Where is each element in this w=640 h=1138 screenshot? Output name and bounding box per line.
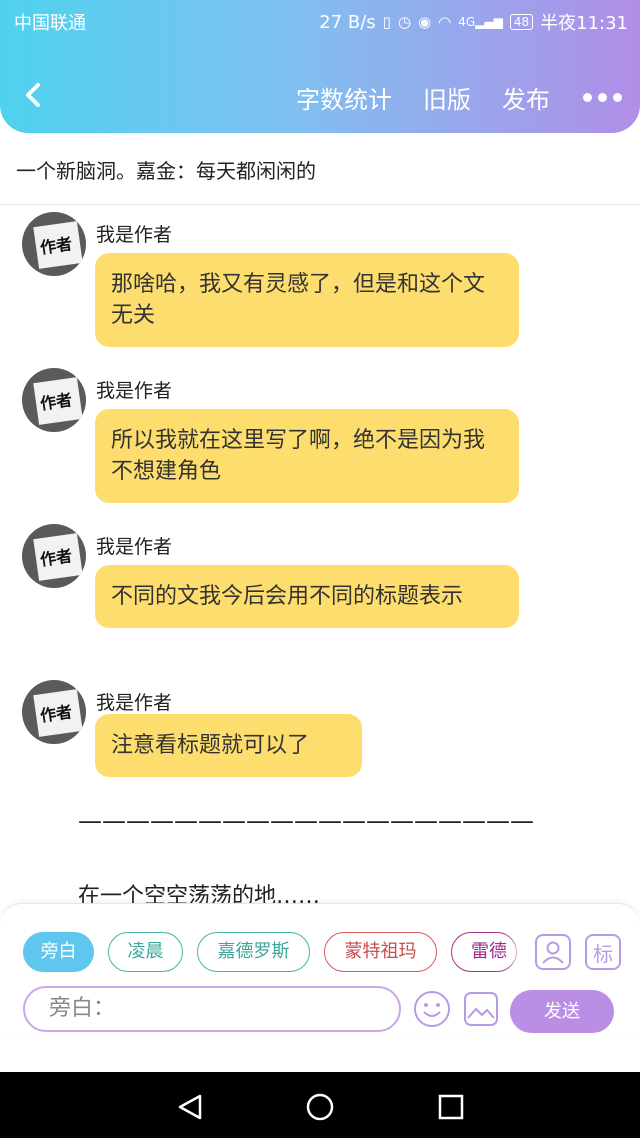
send-button[interactable]: 发送	[510, 990, 614, 1033]
image-button[interactable]	[462, 990, 500, 1028]
status-indicators: 27 B/s ▯ ◷ ◉ ◠ 4G▂▄▆ 48 半夜11:31	[319, 9, 628, 35]
avatar-text: 作者	[38, 390, 74, 414]
emoji-button[interactable]	[413, 990, 451, 1028]
separator-line: ———————————————————	[78, 807, 534, 835]
avatar-text: 作者	[38, 546, 74, 570]
avatar-text: 作者	[38, 702, 74, 726]
message-input[interactable]: 旁白：	[23, 986, 401, 1032]
carrier-label: 中国联通	[14, 13, 86, 34]
network-speed: 27 B/s	[319, 11, 376, 33]
chip-mengtezuma[interactable]: 蒙特祖玛	[324, 932, 437, 972]
back-button[interactable]	[20, 78, 46, 112]
wifi-icon: ◠	[438, 13, 452, 31]
avatar[interactable]: 作者	[22, 212, 86, 276]
avatar[interactable]: 作者	[22, 368, 86, 432]
chip-narrator[interactable]: 旁白	[23, 932, 94, 972]
story-title-bar: 一个新脑洞。嘉金：每天都闲闲的	[0, 133, 640, 205]
person-icon	[542, 941, 564, 964]
old-version-button[interactable]: 旧版	[423, 80, 471, 115]
chip-scroll-fade	[505, 928, 525, 976]
story-title: 一个新脑洞。嘉金：每天都闲闲的	[16, 159, 316, 183]
message-bubble[interactable]: 注意看标题就可以了	[95, 714, 362, 777]
chip-jiadeluosi[interactable]: 嘉德罗斯	[197, 932, 310, 972]
message-bubble[interactable]: 不同的文我今后会用不同的标题表示	[95, 565, 519, 628]
avatar[interactable]: 作者	[22, 680, 86, 744]
composer-panel: 旁白 凌晨 嘉德罗斯 蒙特祖玛 雷德 标 旁白： 发送	[0, 903, 640, 1033]
app-header: 中国联通 27 B/s ▯ ◷ ◉ ◠ 4G▂▄▆ 48 半夜11:31 字数统…	[0, 0, 640, 133]
battery-icon: 48	[509, 14, 534, 30]
tag-button-label: 标	[593, 942, 613, 966]
eye-icon: ◉	[418, 13, 432, 31]
message-bubble[interactable]: 所以我就在这里写了啊，绝不是因为我不想建角色	[95, 409, 519, 503]
chevron-left-icon	[26, 83, 40, 107]
status-bar: 中国联通 27 B/s ▯ ◷ ◉ ◠ 4G▂▄▆ 48 半夜11:31	[0, 0, 640, 40]
image-icon	[464, 992, 498, 1026]
publish-button[interactable]: 发布	[502, 80, 550, 115]
more-dots-icon[interactable]	[583, 93, 622, 102]
network-type: 4G	[458, 15, 476, 29]
author-name: 我是作者	[96, 224, 173, 246]
recents-square-icon	[438, 1094, 464, 1120]
back-triangle-icon	[178, 1094, 202, 1120]
clock: 半夜11:31	[540, 13, 628, 34]
author-name: 我是作者	[96, 536, 173, 558]
author-name: 我是作者	[96, 692, 173, 714]
nav-home-button[interactable]	[305, 1092, 335, 1122]
system-navigation-bar	[0, 1072, 640, 1138]
screen: 中国联通 27 B/s ▯ ◷ ◉ ◠ 4G▂▄▆ 48 半夜11:31 字数统…	[0, 0, 640, 1138]
avatar[interactable]: 作者	[22, 524, 86, 588]
nav-back-button[interactable]	[175, 1092, 205, 1122]
role-button[interactable]	[535, 934, 571, 970]
nav-recents-button[interactable]	[436, 1092, 466, 1122]
chip-lingchen[interactable]: 凌晨	[108, 932, 183, 972]
header-actions: 字数统计 旧版 发布	[296, 80, 622, 115]
alarm-icon: ◷	[397, 13, 412, 31]
message-bubble[interactable]: 那啥哈，我又有灵感了，但是和这个文无关	[95, 253, 519, 347]
vibrate-icon: ▯	[382, 13, 391, 31]
smiley-icon	[414, 991, 450, 1027]
author-name: 我是作者	[96, 380, 173, 402]
tag-button[interactable]: 标	[585, 934, 621, 970]
avatar-text: 作者	[38, 234, 74, 258]
word-count-button[interactable]: 字数统计	[296, 80, 392, 115]
home-circle-icon	[306, 1093, 334, 1121]
signal-icon: 4G▂▄▆	[458, 15, 503, 29]
